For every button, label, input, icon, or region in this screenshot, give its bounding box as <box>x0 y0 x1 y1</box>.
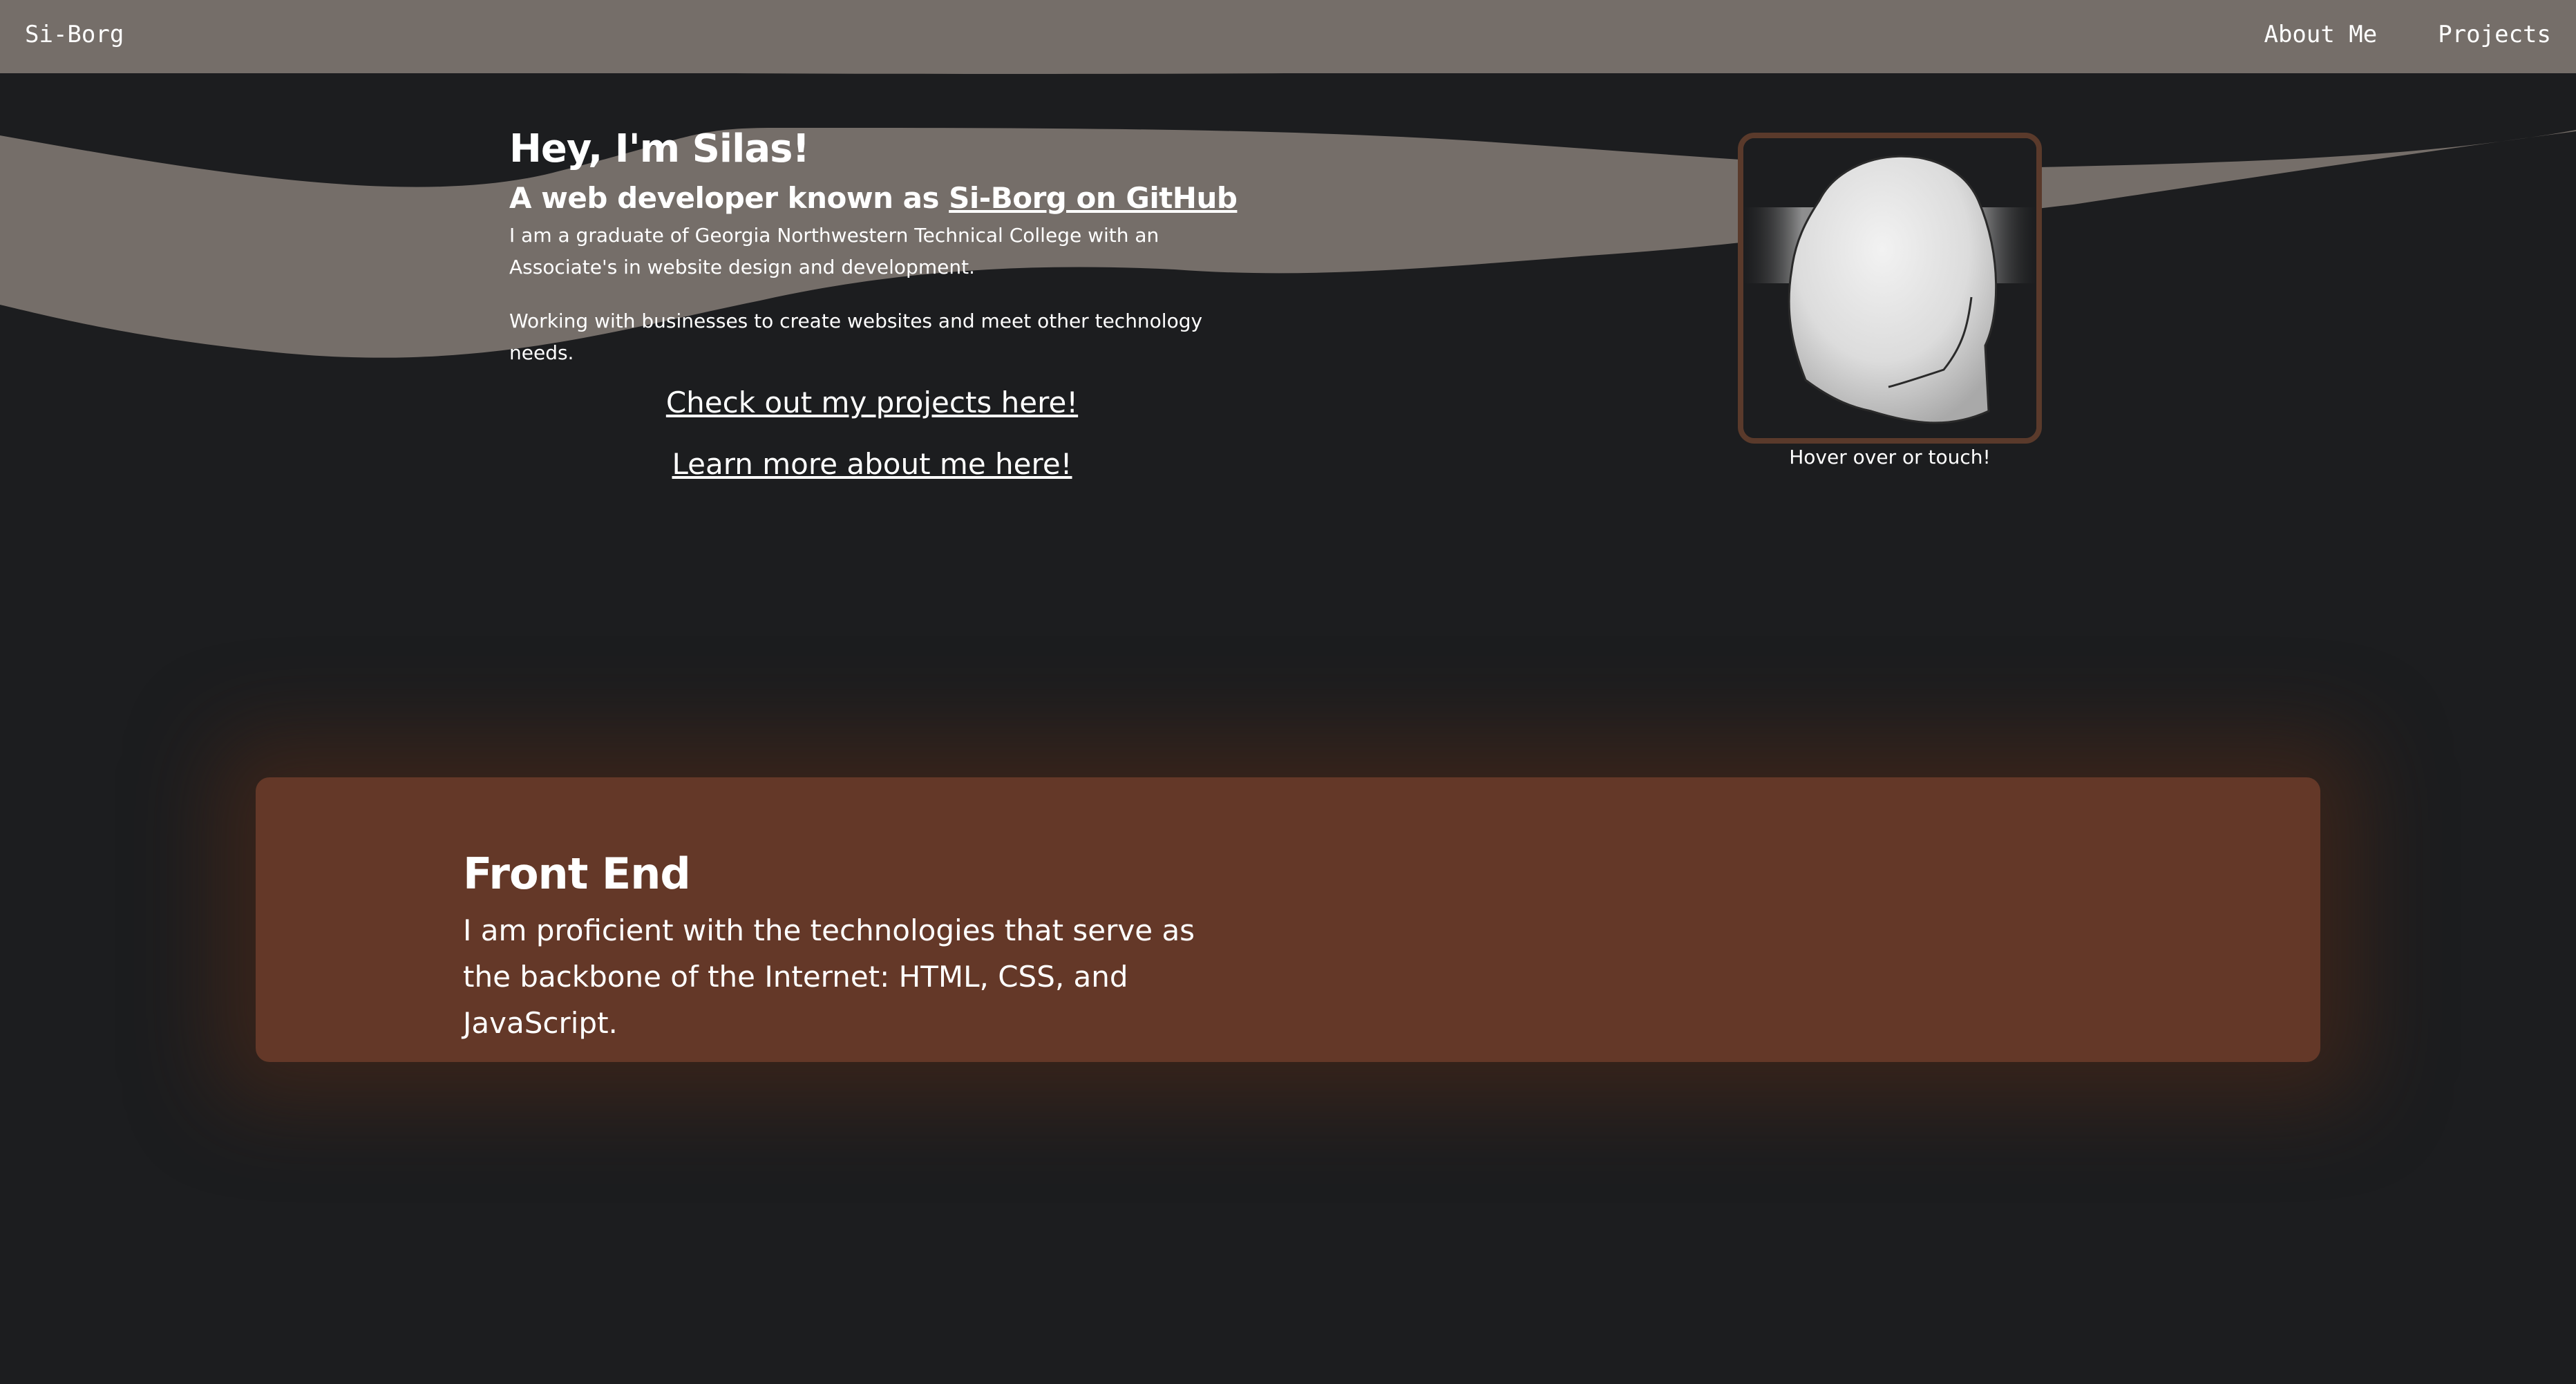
nav-links: About Me Projects <box>2264 21 2551 48</box>
skill-card-title: Front End <box>463 849 691 899</box>
navbar: Si-Borg About Me Projects <box>0 0 2576 73</box>
head-model-icon <box>1743 138 2036 438</box>
hero-subtitle: A web developer known as Si-Borg on GitH… <box>509 177 1269 220</box>
avatar-caption: Hover over or touch! <box>1789 446 1991 468</box>
skill-card-description: I am proficient with the technologies th… <box>463 913 1195 1040</box>
nav-link-projects[interactable]: Projects <box>2438 21 2551 48</box>
about-cta-link[interactable]: Learn more about me here! <box>509 433 1235 495</box>
hero-paragraph-work: Working with businesses to create websit… <box>509 310 1203 364</box>
hero-title: Hey, I'm Silas! <box>509 126 810 171</box>
github-link[interactable]: Si-Borg on GitHub <box>949 181 1238 215</box>
cta-links: Check out my projects here! Learn more a… <box>509 372 1235 495</box>
projects-cta-link[interactable]: Check out my projects here! <box>509 372 1235 433</box>
hero-section: Hey, I'm Silas! A web developer known as… <box>509 122 1269 369</box>
brand-link[interactable]: Si-Borg <box>25 21 124 48</box>
nav-link-about[interactable]: About Me <box>2264 21 2377 48</box>
avatar-frame[interactable] <box>1738 133 2042 444</box>
page: Si-Borg About Me Projects Hey, I'm Silas… <box>0 0 2576 1384</box>
hero-subtitle-text: A web developer known as <box>509 181 949 215</box>
hero-paragraph-education: I am a graduate of Georgia Northwestern … <box>509 224 1159 278</box>
